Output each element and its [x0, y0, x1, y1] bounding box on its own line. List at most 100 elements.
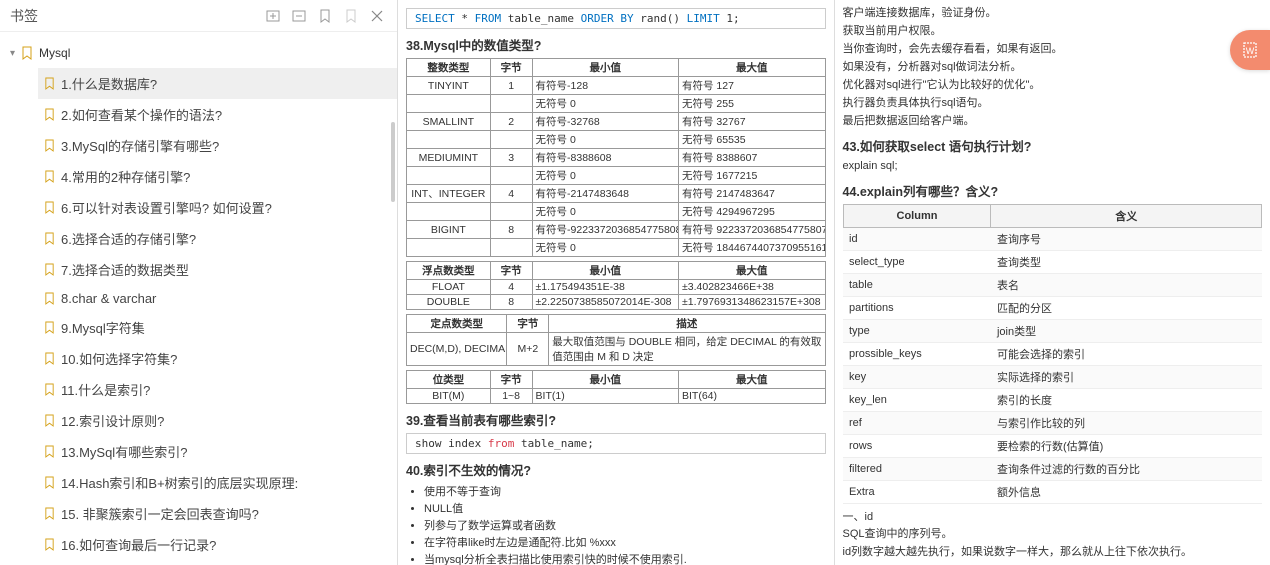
- heading-38: 38.Mysql中的数值类型?: [406, 35, 826, 54]
- tree-item[interactable]: 14.Hash索引和B+树索引的底层实现原理:: [38, 467, 397, 498]
- step-line: 获取当前用户权限。: [843, 24, 1263, 40]
- bookmark-item-icon: [44, 383, 55, 396]
- bookmark-item-icon: [44, 352, 55, 365]
- bookmark-item-icon: [44, 170, 55, 183]
- table-row: id查询序号: [843, 227, 1262, 250]
- tree-item[interactable]: 15. 非聚簇索引一定会回表查询吗?: [38, 498, 397, 529]
- step-line: 客户端连接数据库，验证身份。: [843, 6, 1263, 22]
- step-line: 执行器负责具体执行sql语句。: [843, 96, 1263, 112]
- step-line: 如果没有，分析器对sql做词法分析。: [843, 60, 1263, 76]
- heading-44: 44.explain列有哪些？含义?: [843, 181, 1263, 200]
- bookmark-sidebar: 书签 ▾ Mysql 1.什么是数据库? 2.如何查看某个操作的语法? 3.MySq…: [0, 0, 398, 565]
- index-fail-list: 使用不等于查询NULL值列参与了数学运算或者函数在字符串like时左边是通配符.…: [424, 483, 826, 565]
- decimal-type-table: 定点数类型字节描述DEC(M,D), DECIMAL(M,D)M+2最大取值范围…: [406, 314, 826, 366]
- table-row: rows要检索的行数(估算值): [843, 434, 1262, 457]
- bookmark-item-icon: [44, 232, 55, 245]
- document-icon: W: [1241, 41, 1259, 59]
- bookmark-item-icon: [44, 77, 55, 90]
- tree-item[interactable]: 13.MySql有哪些索引?: [38, 436, 397, 467]
- tree-item[interactable]: 7.选择合适的数据类型: [38, 254, 397, 285]
- tree-item-label: 11.什么是索引?: [61, 380, 150, 399]
- tree-item-label: 9.Mysql字符集: [61, 318, 145, 337]
- bookmark-item-icon: [44, 263, 55, 276]
- table-row: select_type查询类型: [843, 250, 1262, 273]
- table-row: table表名: [843, 273, 1262, 296]
- table-row: ref与索引作比较的列: [843, 411, 1262, 434]
- heading-43: 43.如何获取select 语句执行计划?: [843, 136, 1263, 155]
- list-item: 列参与了数学运算或者函数: [424, 517, 826, 533]
- bookmark-item-icon: [44, 445, 55, 458]
- bookmark-item-icon: [44, 476, 55, 489]
- tree-item[interactable]: 4.常用的2种存储引擎?: [38, 161, 397, 192]
- tree-item-label: 15. 非聚簇索引一定会回表查询吗?: [61, 504, 259, 523]
- heading-40: 40.索引不生效的情况?: [406, 460, 826, 479]
- tree-item-label: 16.如何查询最后一行记录?: [61, 535, 216, 554]
- tree-item-label: 6.可以针对表设置引擎吗? 如何设置?: [61, 198, 272, 217]
- tree-item[interactable]: 10.如何选择字符集?: [38, 343, 397, 374]
- svg-text:W: W: [1246, 46, 1255, 56]
- bookmark-item-icon: [44, 507, 55, 520]
- float-type-table: 浮点数类型字节最小值最大值FLOAT4±1.175494351E-38±3.40…: [406, 261, 826, 310]
- table-row: Extra额外信息: [843, 480, 1262, 503]
- tail-line: 一、id: [843, 510, 1263, 526]
- bookmark-outline-icon[interactable]: [341, 6, 361, 26]
- bookmark-icon[interactable]: [315, 6, 335, 26]
- tree-item[interactable]: 16.如何查询最后一行记录?: [38, 529, 397, 560]
- tree-item-label: 7.选择合适的数据类型: [61, 260, 189, 279]
- tree-item[interactable]: 3.MySql的存储引擎有哪些?: [38, 130, 397, 161]
- bookmark-item-icon: [44, 201, 55, 214]
- expand-all-icon[interactable]: [289, 6, 309, 26]
- close-icon[interactable]: [367, 6, 387, 26]
- content-column-1: SELECT * FROM table_name ORDER BY rand()…: [398, 0, 835, 565]
- bookmark-item-icon: [44, 414, 55, 427]
- tree-item-label: 6.选择合适的存储引擎?: [61, 229, 196, 248]
- table-row: prossible_keys可能会选择的索引: [843, 342, 1262, 365]
- explain-columns-table: Column含义id查询序号select_type查询类型table表名part…: [843, 204, 1263, 504]
- tree-item[interactable]: 6.可以针对表设置引擎吗? 如何设置?: [38, 192, 397, 223]
- tree-item-label: 2.如何查看某个操作的语法?: [61, 105, 222, 124]
- tree-item-label: 4.常用的2种存储引擎?: [61, 167, 190, 186]
- tree-item-label: 3.MySql的存储引擎有哪些?: [61, 136, 219, 155]
- tree-item[interactable]: 8.char & varchar: [38, 285, 397, 312]
- content-column-2: 客户端连接数据库，验证身份。获取当前用户权限。当你查询时，会先去缓存看看，如果有…: [835, 0, 1270, 565]
- scrollbar-thumb[interactable]: [391, 122, 395, 202]
- bookmark-item-icon: [44, 321, 55, 334]
- tree-item-label: 1.什么是数据库?: [61, 74, 157, 93]
- bookmark-item-icon: [44, 538, 55, 551]
- chevron-down-icon: ▾: [10, 48, 15, 59]
- code-block-random: SELECT * FROM table_name ORDER BY rand()…: [406, 8, 826, 29]
- tree-item[interactable]: 9.Mysql字符集: [38, 312, 397, 343]
- explain-stmt: explain sql;: [843, 159, 1263, 175]
- bookmark-item-icon: [44, 292, 55, 305]
- tree-item[interactable]: 1.什么是数据库?: [38, 68, 397, 99]
- table-row: key_len索引的长度: [843, 388, 1262, 411]
- tail-line: id列数字越大越先执行，如果说数字一样大，那么就从上往下依次执行。: [843, 545, 1263, 561]
- sidebar-title: 书签: [10, 6, 38, 26]
- bookmark-folder-icon: [21, 46, 33, 60]
- step-line: 优化器对sql进行"它认为比较好的优化"。: [843, 78, 1263, 94]
- int-type-table: 整数类型字节最小值最大值TINYINT1有符号-128有符号 127无符号 0无…: [406, 58, 826, 257]
- collapse-all-icon[interactable]: [263, 6, 283, 26]
- tree-item-label: 8.char & varchar: [61, 291, 156, 306]
- sidebar-toolbar: 书签: [0, 0, 397, 32]
- tree-root-label: Mysql: [39, 46, 70, 60]
- list-item: 使用不等于查询: [424, 483, 826, 499]
- list-item: NULL值: [424, 500, 826, 516]
- tree-item[interactable]: 11.什么是索引?: [38, 374, 397, 405]
- table-row: key实际选择的索引: [843, 365, 1262, 388]
- heading-39: 39.查看当前表有哪些索引?: [406, 410, 826, 429]
- table-row: filtered查询条件过滤的行数的百分比: [843, 457, 1262, 480]
- table-row: typejoin类型: [843, 319, 1262, 342]
- bookmark-item-icon: [44, 108, 55, 121]
- tree-item[interactable]: 6.选择合适的存储引擎?: [38, 223, 397, 254]
- tail-line: SQL查询中的序列号。: [843, 527, 1263, 543]
- tree-item[interactable]: 12.索引设计原则?: [38, 405, 397, 436]
- list-item: 当mysql分析全表扫描比使用索引快的时候不使用索引.: [424, 551, 826, 565]
- tree-item[interactable]: 2.如何查看某个操作的语法?: [38, 99, 397, 130]
- float-action-button[interactable]: W: [1230, 30, 1270, 70]
- bit-type-table: 位类型字节最小值最大值BIT(M)1~8BIT(1)BIT(64): [406, 370, 826, 404]
- code-block-showindex: show index from table_name;: [406, 433, 826, 454]
- tree-root-node[interactable]: ▾ Mysql: [10, 42, 397, 64]
- bookmark-item-icon: [44, 139, 55, 152]
- step-line: 当你查询时，会先去缓存看看，如果有返回。: [843, 42, 1263, 58]
